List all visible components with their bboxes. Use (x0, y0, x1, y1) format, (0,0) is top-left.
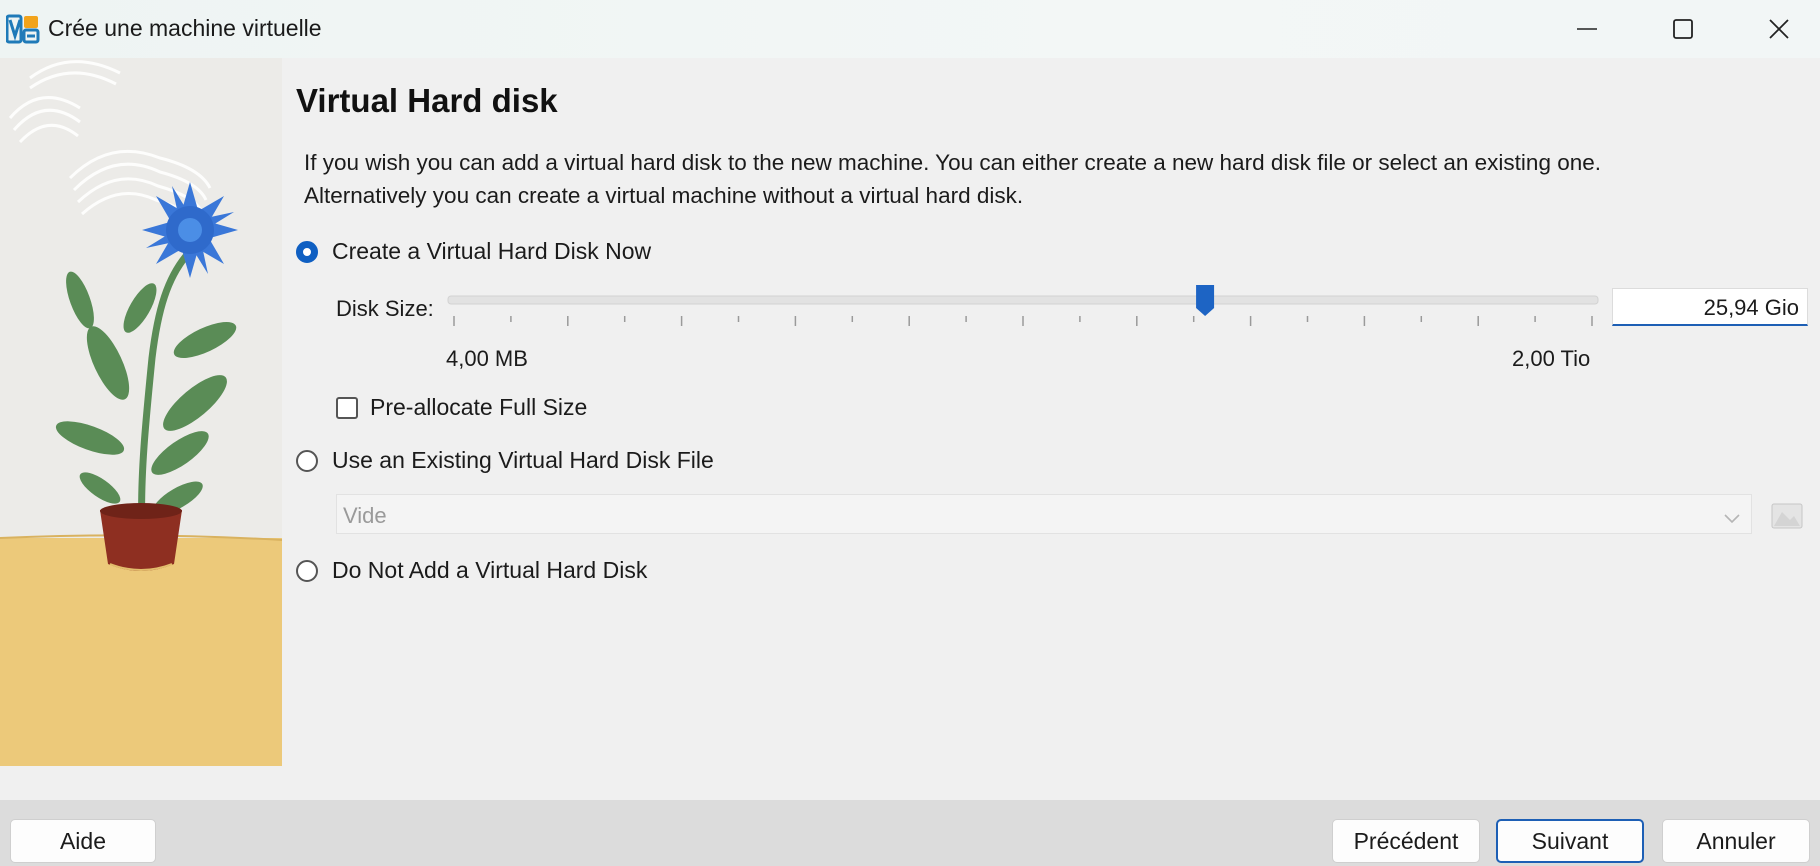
no-disk-option[interactable]: Do Not Add a Virtual Hard Disk (296, 557, 647, 584)
wizard-illustration (0, 58, 282, 766)
no-disk-label: Do Not Add a Virtual Hard Disk (332, 557, 648, 583)
no-disk-radio[interactable] (296, 559, 318, 582)
use-existing-disk-label: Use an Existing Virtual Hard Disk File (332, 447, 714, 473)
create-vm-dialog: Crée une machine virtuelle Virtual Hard … (0, 0, 1820, 866)
virtualbox-app-icon (5, 14, 40, 44)
cancel-button[interactable]: Annuler (1662, 819, 1810, 863)
title-bar: Crée une machine virtuelle (0, 0, 1820, 58)
disk-size-label: Disk Size: (336, 296, 434, 321)
page-title: Virtual Hard disk (296, 82, 558, 119)
window-title: Crée une machine virtuelle (48, 15, 322, 41)
disk-size-slider[interactable] (446, 284, 1600, 334)
disk-size-input[interactable]: 25,94 Gio (1612, 288, 1808, 326)
folder-icon (1771, 503, 1803, 529)
help-button[interactable]: Aide (10, 819, 156, 863)
maximize-button[interactable] (1636, 0, 1730, 58)
preallocate-label: Pre-allocate Full Size (370, 394, 588, 420)
use-existing-disk-radio[interactable] (296, 449, 318, 472)
slider-ticks (453, 316, 1593, 326)
existing-disk-select[interactable]: Vide (336, 494, 1752, 534)
slider-thumb[interactable] (1196, 285, 1215, 316)
page-description: If you wish you can add a virtual hard d… (304, 150, 1602, 208)
close-button[interactable] (1732, 0, 1820, 58)
previous-button[interactable]: Précédent (1332, 819, 1480, 863)
disk-size-min-label: 4,00 MB (446, 346, 528, 371)
create-disk-now-label: Create a Virtual Hard Disk Now (332, 238, 652, 264)
disk-size-max-label: 2,00 Tio (1512, 346, 1591, 371)
create-disk-now-radio[interactable] (296, 240, 318, 263)
preallocate-checkbox[interactable] (336, 396, 358, 419)
minimize-icon (1577, 28, 1597, 30)
create-disk-now-option[interactable]: Create a Virtual Hard Disk Now (296, 238, 651, 265)
maximize-icon (1673, 19, 1693, 39)
existing-disk-select-value: Vide (343, 503, 387, 528)
use-existing-disk-option[interactable]: Use an Existing Virtual Hard Disk File (296, 447, 714, 474)
close-icon (1769, 19, 1789, 39)
next-button[interactable]: Suivant (1496, 819, 1644, 863)
choose-disk-file-button[interactable] (1770, 498, 1804, 532)
minimize-button[interactable] (1540, 0, 1634, 58)
chevron-down-icon (1723, 505, 1741, 531)
preallocate-option[interactable]: Pre-allocate Full Size (336, 394, 587, 421)
